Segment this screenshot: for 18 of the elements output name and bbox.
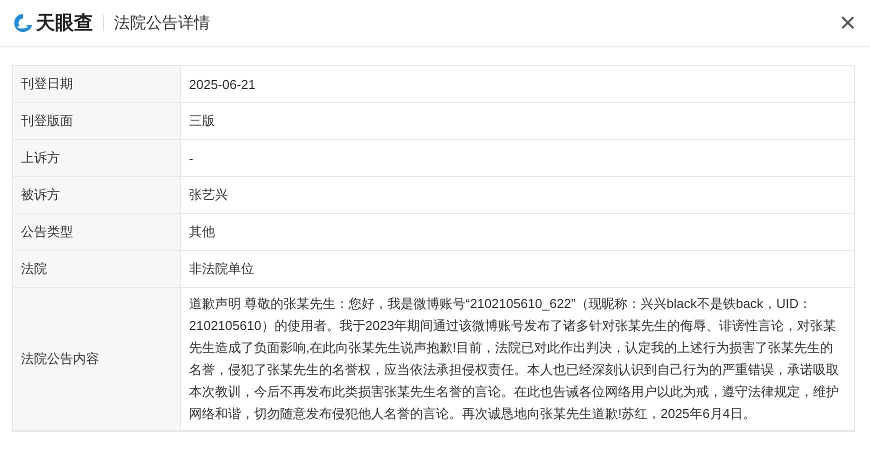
row-value: - bbox=[181, 140, 854, 177]
logo-text: 天眼查 bbox=[36, 12, 93, 36]
row-label: 被诉方 bbox=[13, 177, 181, 214]
row-label: 法院公告内容 bbox=[13, 288, 181, 431]
row-label: 刊登日期 bbox=[13, 66, 181, 103]
row-value: 三版 bbox=[181, 103, 854, 140]
close-button[interactable]: × bbox=[836, 9, 860, 37]
row-label: 公告类型 bbox=[13, 214, 181, 251]
row-value: 道歉声明 尊敬的张某先生：您好，我是微博账号“2102105610_622”（现昵称：兴兴black不是铁back，UID：2102105610）的使用者。我于2023年期间通过该微博账号发布了诸多针对张某先生的侮辱、诽谤性言论，对张某先生造成了负面影响,在此向张某先生说声抱歉!目前，法院已对此作出判决，认定我的上述行为损害了张某先生的名誉，侵犯了张某先生的名誉权，应当依法承担侵权责任。本人也已经深刻认识到自己行为的严重错误，承诺吸取本次教训，今后不再发布此类损害张某先生名誉的言论。在此也告诫各位网络用户以此为戒，遵守法律规定，维护网络和谐，切勿随意发布侵犯他人名誉的言论。再次诚恳地向张某先生道歉!苏红，2025年6月4日。 bbox=[181, 288, 854, 431]
row-value: 2025-06-21 bbox=[181, 66, 854, 103]
row-value: 张艺兴 bbox=[181, 177, 854, 214]
row-label: 刊登版面 bbox=[13, 103, 181, 140]
row-value: 非法院单位 bbox=[181, 251, 854, 288]
row-value: 其他 bbox=[181, 214, 854, 251]
page-title: 法院公告详情 bbox=[114, 14, 210, 34]
logo-icon bbox=[12, 13, 34, 33]
row-label: 法院 bbox=[13, 251, 181, 288]
row-label: 上诉方 bbox=[13, 140, 181, 177]
